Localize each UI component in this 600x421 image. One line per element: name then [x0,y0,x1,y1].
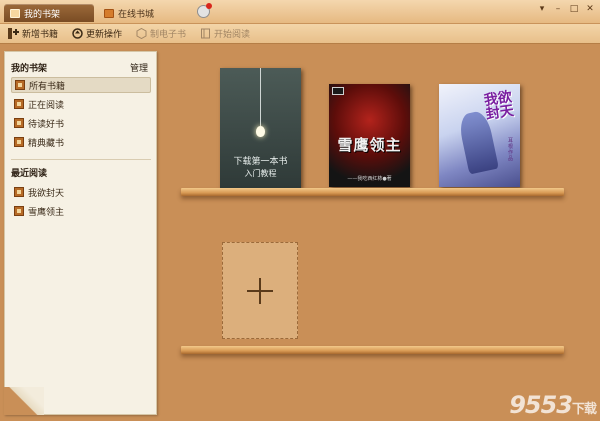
sidebar-item-collection[interactable]: 精典藏书 [11,134,151,150]
recent-reading-heading: 最近阅读 [11,169,48,179]
update-icon [72,28,83,39]
watermark-main: 9553 [509,391,573,419]
book-woyu-spine: 耳根作品 [508,138,514,162]
add-book-slot[interactable] [222,242,298,339]
watermark-suffix: 下载 [571,402,597,417]
book-xueying-author: ——我吃西红柿●著 [347,176,392,182]
sidebar: 我的书架 管理 所有书籍 正在阅读 待读好书 精典藏书 最近阅读 我欲封天 雪鹰… [4,51,157,415]
sidebar-item-label: 所有书籍 [29,81,66,92]
start-reading-button[interactable]: 开始阅读 [200,27,250,40]
manage-link[interactable]: 管理 [130,61,148,74]
shelf-category-icon [14,118,24,128]
recent-item-label: 雪鹰领主 [28,207,65,218]
sidebar-divider [11,159,151,160]
toolbar: 新增书籍 更新操作 制电子书 开始阅读 [0,24,600,44]
add-books-icon [8,28,19,39]
tab-online-store[interactable]: 在线书城 [98,4,178,22]
store-tab-icon [104,8,114,18]
close-icon[interactable]: ✕ [584,3,596,15]
book-tutorial-subtitle: 入门教程 [244,169,277,178]
start-reading-label: 开始阅读 [214,30,251,40]
title-bar: 我的书架 在线书城 ▾ – □ ✕ [0,0,600,24]
recent-item-xueyinglingzhu[interactable]: 雪鹰领主 [11,203,151,219]
shelf-top [181,188,564,196]
update-button[interactable]: 更新操作 [72,27,122,40]
tab-my-shelf[interactable]: 我的书架 [4,4,94,22]
recent-item-label: 我欲封天 [28,188,65,199]
recent-book-icon [14,187,24,197]
my-shelf-heading: 我的书架 [11,64,48,74]
recent-item-woyufengtian[interactable]: 我欲封天 [11,184,151,200]
shelf-bottom [181,346,564,354]
sidebar-item-label: 待读好书 [28,119,65,130]
tab-my-shelf-label: 我的书架 [24,9,61,20]
recent-book-icon [14,206,24,216]
make-ebook-label: 制电子书 [150,30,187,40]
menu-dropdown-icon[interactable]: ▾ [536,3,548,15]
publisher-logo [332,87,344,95]
add-books-button[interactable]: 新增书籍 [8,27,58,40]
cube-icon [136,28,147,39]
sidebar-item-reading[interactable]: 正在阅读 [11,96,151,112]
sidebar-item-label: 正在阅读 [28,100,65,111]
book-xueyinglingzhu[interactable]: 雪鹰领主 ——我吃西红柿●著 [329,84,410,187]
make-ebook-button[interactable]: 制电子书 [136,27,186,40]
shelf-tab-icon [10,8,20,18]
tab-online-store-label: 在线书城 [118,9,155,20]
sidebar-item-to-read[interactable]: 待读好书 [11,115,151,131]
book-woyu-title: 我欲封天 [483,89,515,123]
notification-icon[interactable] [197,3,212,18]
book-xueying-title: 雪鹰领主 [337,136,402,154]
maximize-icon[interactable]: □ [568,3,580,15]
minimize-icon[interactable]: – [552,3,564,15]
page-curl [4,387,44,415]
light-bulb-icon [256,126,265,137]
update-label: 更新操作 [86,30,123,40]
shelf-category-icon [15,80,25,90]
book-woyufengtian[interactable]: 我欲封天 耳根作品 [439,84,520,187]
shelf-category-icon [14,137,24,147]
watermark: 9553下载 [509,391,597,419]
lamp-wire [260,68,261,126]
add-books-label: 新增书籍 [22,30,59,40]
window-controls: ▾ – □ ✕ [536,3,596,15]
book-tutorial-title: 下载第一本书 [233,157,288,167]
book-tutorial[interactable]: 下载第一本书 入门教程 [220,68,301,188]
sidebar-item-all-books[interactable]: 所有书籍 [11,77,151,93]
plus-icon [247,277,273,304]
shelf-category-icon [14,99,24,109]
book-icon [200,28,211,39]
sidebar-item-label: 精典藏书 [28,138,65,149]
